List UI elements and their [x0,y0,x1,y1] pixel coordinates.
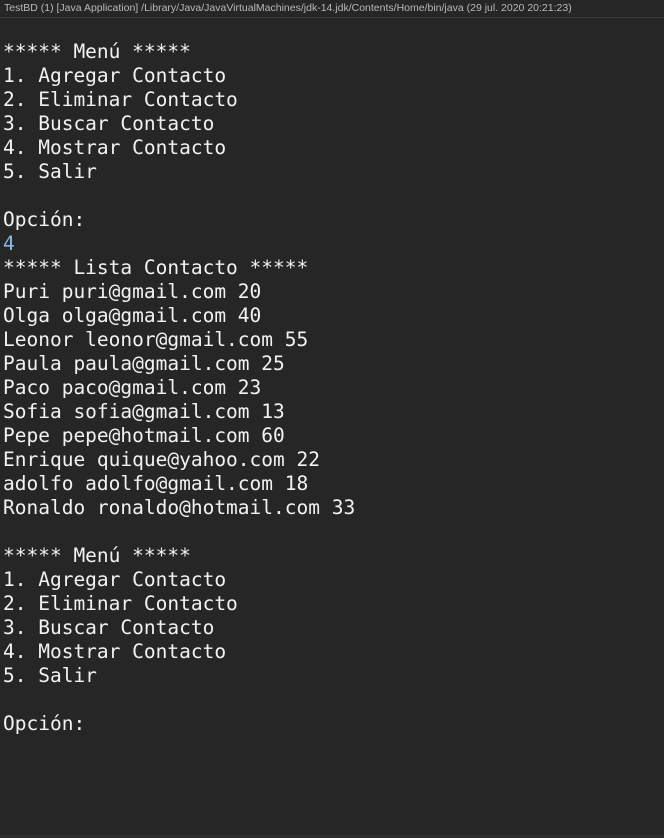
console-line: Puri puri@gmail.com 20 [3,280,262,303]
console-title: TestBD (1) [Java Application] /Library/J… [0,0,664,18]
console-line: ***** Menú ***** [3,40,191,63]
console-line: ***** Menú ***** [3,544,191,567]
console-line: adolfo adolfo@gmail.com 18 [3,472,309,495]
console-line: Pepe pepe@hotmail.com 60 [3,424,285,447]
console-output[interactable]: ***** Menú ***** 1. Agregar Contacto 2. El… [3,40,664,736]
console-line: 4. Mostrar Contacto [3,640,227,663]
console-line: ***** Lista Contacto ***** [3,256,309,279]
console-line: Leonor leonor@gmail.com 55 [3,328,309,351]
console-line: Opción: [3,712,86,735]
console-line: 3. Buscar Contacto [3,112,215,135]
console-line: 4. Mostrar Contacto [3,136,227,159]
console-line: 5. Salir [3,160,97,183]
console-line: Olga olga@gmail.com 40 [3,304,262,327]
console-line: Ronaldo ronaldo@hotmail.com 33 [3,496,356,519]
console-user-input: 4 [3,232,15,255]
console-line: 2. Eliminar Contacto [3,592,238,615]
console-line: Paula paula@gmail.com 25 [3,352,285,375]
console-line: 1. Agregar Contacto [3,568,227,591]
console-line: Paco paco@gmail.com 23 [3,376,262,399]
console-line: 5. Salir [3,664,97,687]
console-line: Enrique quique@yahoo.com 22 [3,448,320,471]
console-view[interactable]: TestBD (1) [Java Application] /Library/J… [0,0,664,838]
console-line: 2. Eliminar Contacto [3,88,238,111]
console-line: Opción: [3,208,86,231]
console-line: Sofia sofia@gmail.com 13 [3,400,285,423]
console-line: 1. Agregar Contacto [3,64,227,87]
console-line: 3. Buscar Contacto [3,616,215,639]
